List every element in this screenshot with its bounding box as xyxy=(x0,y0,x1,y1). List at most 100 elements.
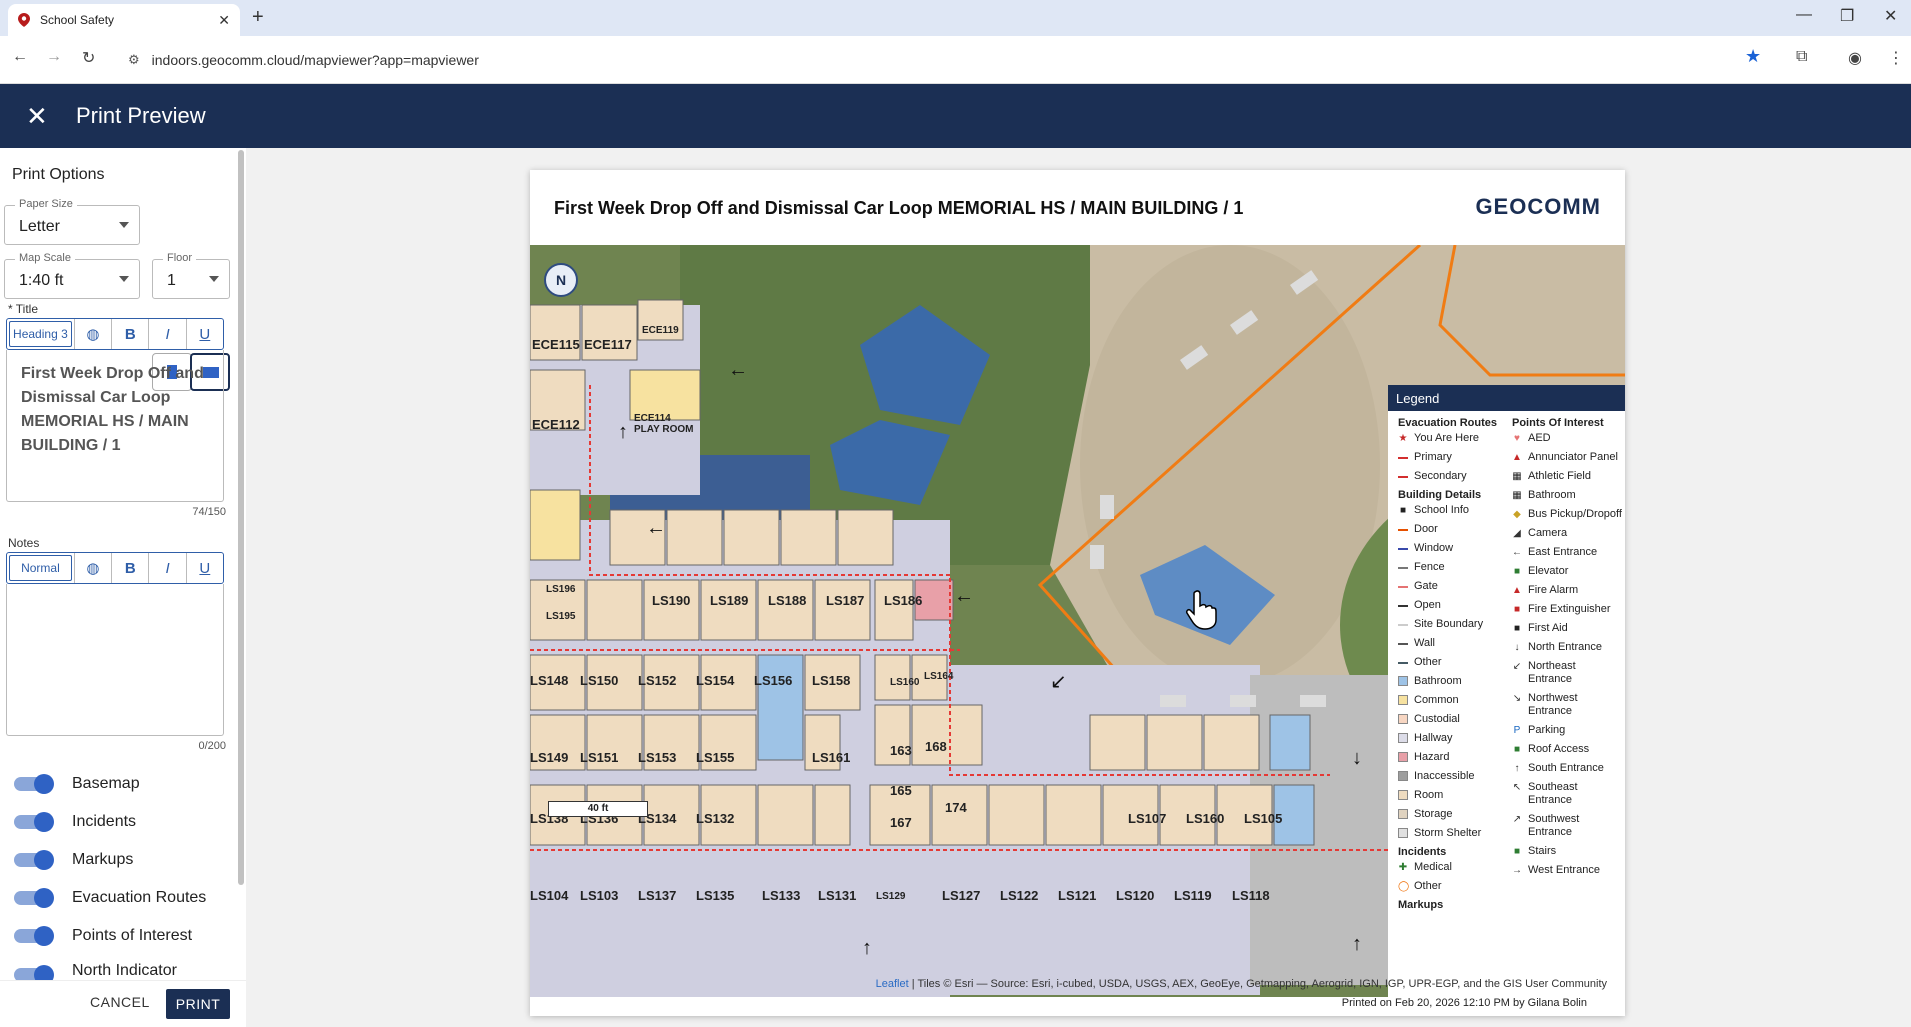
legend-item-label: Custodial xyxy=(1414,713,1460,725)
room-label: LS119 xyxy=(1174,888,1212,903)
legend-item: ↙ Northeast Entrance xyxy=(1512,660,1622,686)
legend-item: P Parking xyxy=(1512,724,1622,737)
notes-editor[interactable] xyxy=(6,584,224,736)
toggle-markups[interactable]: Markups xyxy=(14,848,133,872)
legend-symbol-icon: ■ xyxy=(1399,505,1407,516)
minimize-icon[interactable]: — xyxy=(1796,6,1812,24)
legend-item-label: Other xyxy=(1414,880,1442,892)
legend-item: Storm Shelter xyxy=(1398,827,1510,840)
toggle-switch[interactable] xyxy=(14,888,54,908)
title-style-select[interactable]: Heading 3 xyxy=(9,321,72,347)
hand-cursor-icon xyxy=(1186,590,1217,630)
title-label: * Title xyxy=(8,302,39,316)
sheet-title: First Week Drop Off and Dismissal Car Lo… xyxy=(554,198,1244,218)
floor-label: Floor xyxy=(163,252,197,264)
toggle-switch[interactable] xyxy=(14,774,54,794)
profile-icon[interactable]: ◉ xyxy=(1848,48,1862,68)
legend-item: Room xyxy=(1398,789,1510,802)
extensions-icon[interactable]: ⧉ xyxy=(1796,48,1807,66)
browser-tab[interactable]: School Safety ✕ xyxy=(8,4,240,36)
room-label: LS133 xyxy=(762,888,801,903)
legend-line xyxy=(1398,643,1408,645)
legend-item: ■ First Aid xyxy=(1512,622,1622,635)
map-scale-select[interactable]: Map Scale 1:40 ft xyxy=(4,252,140,299)
legend-item: ■ Stairs xyxy=(1512,845,1622,858)
text-color-icon[interactable]: ◍ xyxy=(73,319,111,349)
legend-item-label: Window xyxy=(1414,542,1454,554)
room-label: LS154 xyxy=(696,673,735,688)
back-icon[interactable]: ← xyxy=(12,48,28,66)
legend-item: ■ Fire Extinguisher xyxy=(1512,603,1622,616)
toggle-incidents[interactable]: Incidents xyxy=(14,810,136,834)
bold-icon[interactable]: B xyxy=(111,319,148,349)
west-entrance-icon: ← xyxy=(954,585,974,607)
notes-style-select[interactable]: Normal xyxy=(9,555,72,581)
legend-item-label: Roof Access xyxy=(1528,743,1590,755)
close-icon[interactable]: ✕ xyxy=(26,101,50,132)
toggle-switch[interactable] xyxy=(14,850,54,870)
south-entrance-icon: ↑ xyxy=(618,421,628,443)
site-info-icon[interactable]: ⚙ xyxy=(128,52,140,68)
url-field[interactable]: ⚙ indoors.geocomm.cloud/mapviewer?app=ma… xyxy=(118,44,1788,76)
close-window-icon[interactable]: ✕ xyxy=(1884,6,1897,26)
text-color-icon[interactable]: ◍ xyxy=(73,553,111,583)
legend-item: Door xyxy=(1398,523,1510,536)
print-button[interactable]: PRINT xyxy=(166,989,230,1019)
legend-item-label: Wall xyxy=(1414,637,1435,649)
attribution-text: | Tiles © Esri — Source: Esri, i-cubed, … xyxy=(911,978,1607,990)
legend-symbol-icon: ↖ xyxy=(1512,782,1522,793)
toggle-evacuation-routes[interactable]: Evacuation Routes xyxy=(14,886,206,910)
legend-item: ← East Entrance xyxy=(1512,546,1622,559)
bold-icon[interactable]: B xyxy=(111,553,148,583)
legend-item-label: School Info xyxy=(1414,504,1470,516)
restore-icon[interactable]: ❐ xyxy=(1840,6,1854,26)
room-label: LS187 xyxy=(826,593,865,608)
toggle-switch[interactable] xyxy=(14,926,54,946)
reload-icon[interactable]: ↻ xyxy=(82,48,95,68)
panel-scrollbar[interactable] xyxy=(238,150,244,885)
legend-item-label: Northwest Entrance xyxy=(1528,692,1578,717)
italic-icon[interactable]: I xyxy=(148,319,185,349)
legend-symbol-icon: ↘ xyxy=(1512,693,1522,704)
browser-menu-icon[interactable]: ⋮ xyxy=(1888,48,1904,68)
map-view[interactable]: N ECE115 ECE117 ECE119 ECE114 PLAY ROOM … xyxy=(530,245,1625,997)
legend-item-label: Secondary xyxy=(1414,470,1467,482)
leaflet-link[interactable]: Leaflet xyxy=(876,978,909,990)
toggle-label: Markups xyxy=(72,851,134,868)
toggle-points-of-interest[interactable]: Points of Interest xyxy=(14,924,192,948)
chevron-down-icon xyxy=(119,276,129,282)
bookmark-star-icon[interactable]: ★ xyxy=(1745,46,1761,67)
toggle-switch[interactable] xyxy=(14,812,54,832)
toggle-basemap[interactable]: Basemap xyxy=(14,772,140,796)
legend-item: ■ Elevator xyxy=(1512,565,1622,578)
legend-item-label: Bathroom xyxy=(1414,675,1462,687)
underline-icon[interactable]: U xyxy=(185,319,223,349)
underline-icon[interactable]: U xyxy=(185,553,223,583)
cancel-button[interactable]: CANCEL xyxy=(90,994,150,1010)
italic-icon[interactable]: I xyxy=(148,553,185,583)
close-tab-icon[interactable]: ✕ xyxy=(218,12,230,29)
legend-section-heading: Points Of Interest xyxy=(1512,417,1604,429)
paper-size-select[interactable]: Paper Size Letter xyxy=(4,198,140,245)
new-tab-icon[interactable]: + xyxy=(252,6,264,29)
room-label: ECE114 PLAY ROOM xyxy=(634,413,694,435)
legend-item-label: Annunciator Panel xyxy=(1528,451,1618,463)
forward-icon[interactable]: → xyxy=(46,48,62,66)
legend-item-label: East Entrance xyxy=(1528,546,1598,558)
notes-format-toolbar: Normal ◍ B I U xyxy=(6,552,224,584)
browser-tabbar: School Safety ✕ + — ❐ ✕ xyxy=(0,0,1911,36)
legend-symbol-icon: ▦ xyxy=(1512,471,1522,482)
room-label: 167 xyxy=(890,815,912,830)
room-label: ECE117 xyxy=(584,337,632,352)
legend-swatch xyxy=(1398,676,1408,686)
room-label: 168 xyxy=(925,739,947,754)
toggle-north-indicator[interactable]: North Indicator xyxy=(14,962,177,980)
legend-swatch xyxy=(1398,790,1408,800)
toggle-switch[interactable] xyxy=(14,965,54,980)
floor-select[interactable]: Floor 1 xyxy=(152,252,230,299)
title-editor[interactable]: First Week Drop Off and Dismissal Car Lo… xyxy=(6,350,224,502)
legend-item-label: Stairs xyxy=(1528,845,1557,857)
north-entrance-icon: ↓ xyxy=(1352,747,1362,769)
room-label: LS148 xyxy=(530,673,569,688)
chevron-down-icon xyxy=(119,222,129,228)
